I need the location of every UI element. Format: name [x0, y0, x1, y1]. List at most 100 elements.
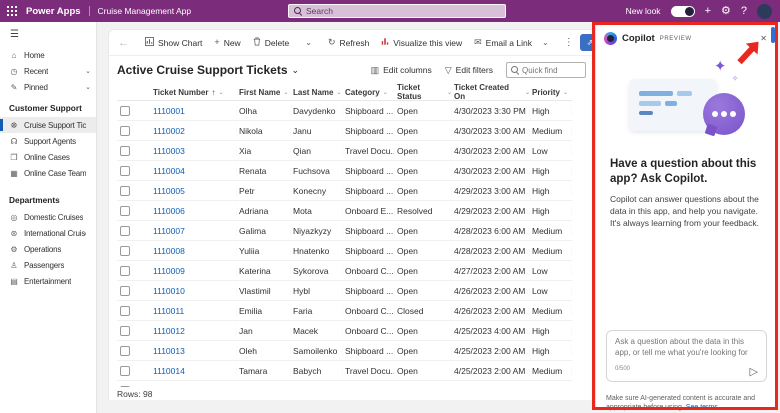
row-checkbox[interactable]: [120, 305, 130, 316]
view-title[interactable]: Active Cruise Support Tickets: [117, 63, 288, 77]
column-header-ticket-number[interactable]: Ticket Number ↑ ⌄: [151, 88, 237, 97]
data-grid: Ticket Number ↑ ⌄ First Name ⌄ Last Name…: [109, 83, 572, 387]
cell-category: Onboard C...: [345, 325, 394, 336]
column-header-category[interactable]: Category ⌄: [343, 88, 395, 97]
cell-category: Shipboard ...: [345, 345, 394, 356]
row-checkbox[interactable]: [120, 185, 130, 196]
sidebar-item-operations[interactable]: ⚙ Operations: [0, 241, 96, 257]
ticket-number-link[interactable]: 1110006: [151, 206, 237, 216]
ticket-number-link[interactable]: 1110008: [151, 246, 237, 256]
column-header-priority[interactable]: Priority ⌄: [530, 88, 572, 97]
ticket-number-link[interactable]: 1110013: [151, 346, 237, 356]
show-chart-button[interactable]: Show Chart: [140, 34, 207, 51]
visualize-view-button[interactable]: Visualize this view: [376, 34, 467, 51]
cell-last-name: Niyazkyzy: [291, 226, 343, 236]
ticket-number-link[interactable]: 1110009: [151, 266, 237, 276]
chevron-down-icon: ⌄: [218, 89, 224, 96]
column-header-ticket-created-on[interactable]: Ticket Created On ⌄: [452, 83, 530, 101]
row-checkbox[interactable]: [120, 385, 130, 387]
cell-ticket-status: Resolved: [395, 206, 452, 216]
more-commands-icon[interactable]: ⋮: [560, 37, 578, 48]
cell-ticket-created-on: 4/30/2023 2:00 AM: [452, 166, 530, 176]
copilot-question-input[interactable]: [615, 337, 758, 361]
trash-icon: [253, 37, 261, 48]
cell-category: Shipboard ...: [345, 185, 394, 196]
email-link-button[interactable]: ✉ Email a Link: [469, 35, 537, 51]
global-search-input[interactable]: [306, 6, 500, 16]
row-checkbox[interactable]: [120, 265, 130, 276]
life-ring-icon: ☸: [10, 120, 18, 130]
ticket-number-link[interactable]: 1110001: [151, 106, 237, 116]
cell-category: Onboard C...: [345, 305, 394, 316]
ticket-number-link[interactable]: 1110003: [151, 146, 237, 156]
user-avatar[interactable]: [757, 3, 772, 19]
sidebar-item-home[interactable]: ⌂ Home: [0, 47, 96, 63]
scrollbar-thumb[interactable]: [771, 27, 775, 43]
ticket-number-link[interactable]: 1110004: [151, 166, 237, 176]
chevron-down-icon[interactable]: ⌄: [539, 38, 552, 47]
quick-find-input[interactable]: [522, 65, 581, 75]
waffle-menu-icon[interactable]: [0, 0, 24, 22]
chevron-down-icon[interactable]: ⌄: [292, 65, 300, 76]
delete-button[interactable]: Delete: [248, 34, 295, 51]
sidebar-item-pinned[interactable]: ✎ Pinned ⌄: [0, 79, 96, 95]
ticket-number-link[interactable]: 1110005: [151, 186, 237, 196]
ticket-number-link[interactable]: 1110011: [151, 306, 237, 316]
ticket-number-link[interactable]: 1110007: [151, 226, 237, 236]
sidebar-item-domestic-cruises[interactable]: ◎ Domestic Cruises: [0, 209, 96, 225]
sidebar-item-online-case-teams[interactable]: ▦ Online Case Teams: [0, 165, 96, 181]
add-icon[interactable]: +: [705, 5, 711, 17]
row-checkbox[interactable]: [120, 105, 130, 116]
sidebar-item-label: Home: [24, 50, 45, 60]
sidebar-item-cruise-support-tickets[interactable]: ☸ Cruise Support Tickets: [0, 117, 96, 133]
edit-filters-button[interactable]: ▽ Edit filters: [445, 65, 493, 76]
row-checkbox[interactable]: [120, 245, 130, 256]
row-checkbox[interactable]: [120, 125, 130, 136]
close-icon[interactable]: ✕: [758, 32, 769, 45]
sidebar-item-passengers[interactable]: ♙ Passengers: [0, 257, 96, 273]
refresh-button[interactable]: ↻ Refresh: [323, 35, 374, 51]
back-arrow-icon[interactable]: ←: [115, 37, 132, 49]
sidebar-item-support-agents[interactable]: ☊ Support Agents: [0, 133, 96, 149]
cell-first-name: Renata: [237, 166, 291, 176]
row-checkbox[interactable]: [120, 205, 130, 216]
row-checkbox[interactable]: [120, 145, 130, 156]
cell-category: Travel Docu...: [345, 145, 395, 156]
row-checkbox[interactable]: [120, 365, 130, 376]
compass-icon: ◎: [10, 212, 18, 222]
edit-columns-button[interactable]: ▥ Edit columns: [371, 65, 432, 76]
row-checkbox[interactable]: [120, 225, 130, 236]
cell-ticket-created-on: 4/26/2023 2:00 AM: [452, 306, 530, 316]
sidebar-item-entertainment[interactable]: ▤ Entertainment: [0, 273, 96, 289]
ticket-number-link[interactable]: 1110002: [151, 126, 237, 136]
cell-last-name: Qian: [291, 146, 343, 156]
column-header-ticket-status[interactable]: Ticket Status ⌄: [395, 83, 452, 101]
see-terms-link[interactable]: See terms: [686, 404, 718, 411]
table-row: 1110006 Adriana Mota Onboard E... Resolv…: [117, 201, 572, 221]
row-checkbox[interactable]: [120, 325, 130, 336]
globe-icon: ⊛: [10, 228, 18, 238]
row-checkbox[interactable]: [120, 285, 130, 296]
sidebar-item-online-cases[interactable]: ❒ Online Cases: [0, 149, 96, 165]
app-name: Cruise Management App: [97, 6, 192, 16]
sidebar-item-recent[interactable]: ◷ Recent ⌄: [0, 63, 96, 79]
settings-gear-icon[interactable]: ⚙: [721, 5, 731, 17]
column-header-last-name[interactable]: Last Name ⌄: [291, 88, 343, 97]
row-checkbox[interactable]: [120, 345, 130, 356]
send-icon[interactable]: ▷: [750, 367, 758, 378]
ticket-number-link[interactable]: 1110010: [151, 286, 237, 296]
ticket-number-link[interactable]: 1110014: [151, 366, 237, 376]
illustration-card: [628, 79, 717, 131]
help-icon[interactable]: ?: [741, 5, 747, 17]
sidebar-item-international-cruises[interactable]: ⊛ International Cruises: [0, 225, 96, 241]
column-header-first-name[interactable]: First Name ⌄: [237, 88, 291, 97]
hamburger-menu-icon[interactable]: ☰: [0, 22, 96, 47]
new-look-toggle[interactable]: [670, 5, 695, 17]
chevron-down-icon[interactable]: ⌄: [302, 38, 315, 47]
cell-first-name: Xia: [237, 146, 291, 156]
titlebar-divider: [88, 6, 90, 16]
cell-ticket-status: Open: [395, 266, 452, 276]
ticket-number-link[interactable]: 1110012: [151, 326, 237, 336]
row-checkbox[interactable]: [120, 165, 130, 176]
new-button[interactable]: + New: [209, 35, 245, 51]
